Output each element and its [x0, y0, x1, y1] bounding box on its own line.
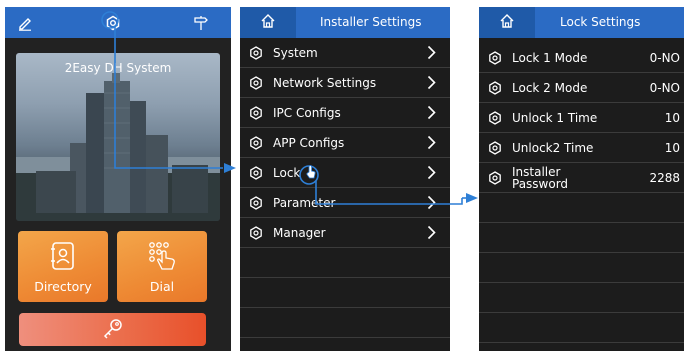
lock-header: Lock Settings: [479, 7, 684, 38]
empty-row: [240, 248, 450, 278]
page-title: Installer Settings: [320, 15, 422, 29]
setting-label: Unlock 1 Time: [512, 111, 598, 125]
setting-value: 10: [664, 141, 680, 155]
home-screen: 2Easy DH System Directory Dial: [5, 7, 231, 351]
setting-label: Installer Password: [512, 166, 568, 190]
setting-unlock2-time[interactable]: Unlock2 Time 10: [479, 133, 684, 163]
home-icon: [499, 13, 515, 33]
installer-settings-screen: Installer Settings System Network Settin…: [240, 7, 450, 351]
empty-row: [479, 223, 684, 253]
menu-item-lock[interactable]: Lock: [240, 158, 450, 188]
empty-row: [240, 278, 450, 308]
gear-icon: [249, 46, 263, 60]
lock-settings-screen: Lock Settings Lock 1 Mode 0-NO Lock 2 Mo…: [479, 7, 684, 351]
setting-lock1-mode[interactable]: Lock 1 Mode 0-NO: [479, 43, 684, 73]
gear-icon: [488, 51, 502, 65]
setting-lock2-mode[interactable]: Lock 2 Mode 0-NO: [479, 73, 684, 103]
dial-button[interactable]: Dial: [117, 231, 207, 302]
gear-icon: [488, 81, 502, 95]
setting-unlock1-time[interactable]: Unlock 1 Time 10: [479, 103, 684, 133]
chevron-right-icon: [427, 105, 436, 123]
menu-item-label: System: [273, 46, 318, 60]
gear-icon: [249, 106, 263, 120]
menu-item-system[interactable]: System: [240, 38, 450, 68]
setting-label: Unlock2 Time: [512, 141, 594, 155]
setting-installer-password[interactable]: Installer Password 2288: [479, 163, 684, 193]
key-icon: [102, 317, 124, 343]
gear-icon: [249, 76, 263, 90]
directory-label: Directory: [34, 279, 92, 294]
setting-value: 2288: [649, 171, 680, 185]
setting-value: 0-NO: [649, 51, 680, 65]
installer-header: Installer Settings: [240, 7, 450, 38]
home-icon: [260, 13, 276, 33]
pen-icon[interactable]: [15, 13, 35, 33]
empty-row: [479, 253, 684, 283]
menu-item-label: Lock: [273, 166, 301, 180]
gear-icon: [249, 226, 263, 240]
home-button[interactable]: [479, 7, 535, 38]
empty-row: [479, 313, 684, 343]
menu-item-network-settings[interactable]: Network Settings: [240, 68, 450, 98]
menu-item-label: IPC Configs: [273, 106, 341, 120]
arrowhead-to-lock: [466, 193, 478, 203]
gear-icon[interactable]: [103, 13, 123, 33]
setting-value: 0-NO: [649, 81, 680, 95]
menu-item-label: Manager: [273, 226, 326, 240]
setting-value: 10: [664, 111, 680, 125]
dial-label: Dial: [149, 279, 175, 294]
empty-row: [479, 283, 684, 313]
chevron-right-icon: [427, 45, 436, 63]
menu-item-app-configs[interactable]: APP Configs: [240, 128, 450, 158]
gear-icon: [249, 166, 263, 180]
contact-book-icon: [18, 241, 108, 271]
setting-label: Lock 1 Mode: [512, 51, 588, 65]
menu-item-parameter[interactable]: Parameter: [240, 188, 450, 218]
menu-item-label: Parameter: [273, 196, 336, 210]
home-button[interactable]: [240, 7, 296, 38]
gear-icon: [249, 196, 263, 210]
chevron-right-icon: [427, 165, 436, 183]
chevron-right-icon: [427, 225, 436, 243]
chevron-right-icon: [427, 195, 436, 213]
chevron-right-icon: [427, 75, 436, 93]
home-top-bar: [5, 7, 231, 38]
chevron-right-icon: [427, 135, 436, 153]
unlock-button[interactable]: [19, 313, 206, 346]
menu-item-label: APP Configs: [273, 136, 345, 150]
menu-item-manager[interactable]: Manager: [240, 218, 450, 248]
setting-label: Lock 2 Mode: [512, 81, 588, 95]
page-title: Lock Settings: [560, 15, 641, 29]
system-name: 2Easy DH System: [64, 61, 172, 75]
menu-item-label: Network Settings: [273, 76, 377, 90]
signpost-icon[interactable]: [191, 13, 211, 33]
gear-icon: [488, 171, 502, 185]
building-photo: 2Easy DH System: [16, 53, 220, 221]
gear-icon: [488, 111, 502, 125]
keypad-touch-icon: [117, 241, 207, 271]
directory-button[interactable]: Directory: [18, 231, 108, 302]
gear-icon: [249, 136, 263, 150]
setting-label-line2: Password: [512, 177, 569, 191]
gear-icon: [488, 141, 502, 155]
menu-item-ipc-configs[interactable]: IPC Configs: [240, 98, 450, 128]
empty-row: [479, 193, 684, 223]
empty-row: [240, 308, 450, 338]
